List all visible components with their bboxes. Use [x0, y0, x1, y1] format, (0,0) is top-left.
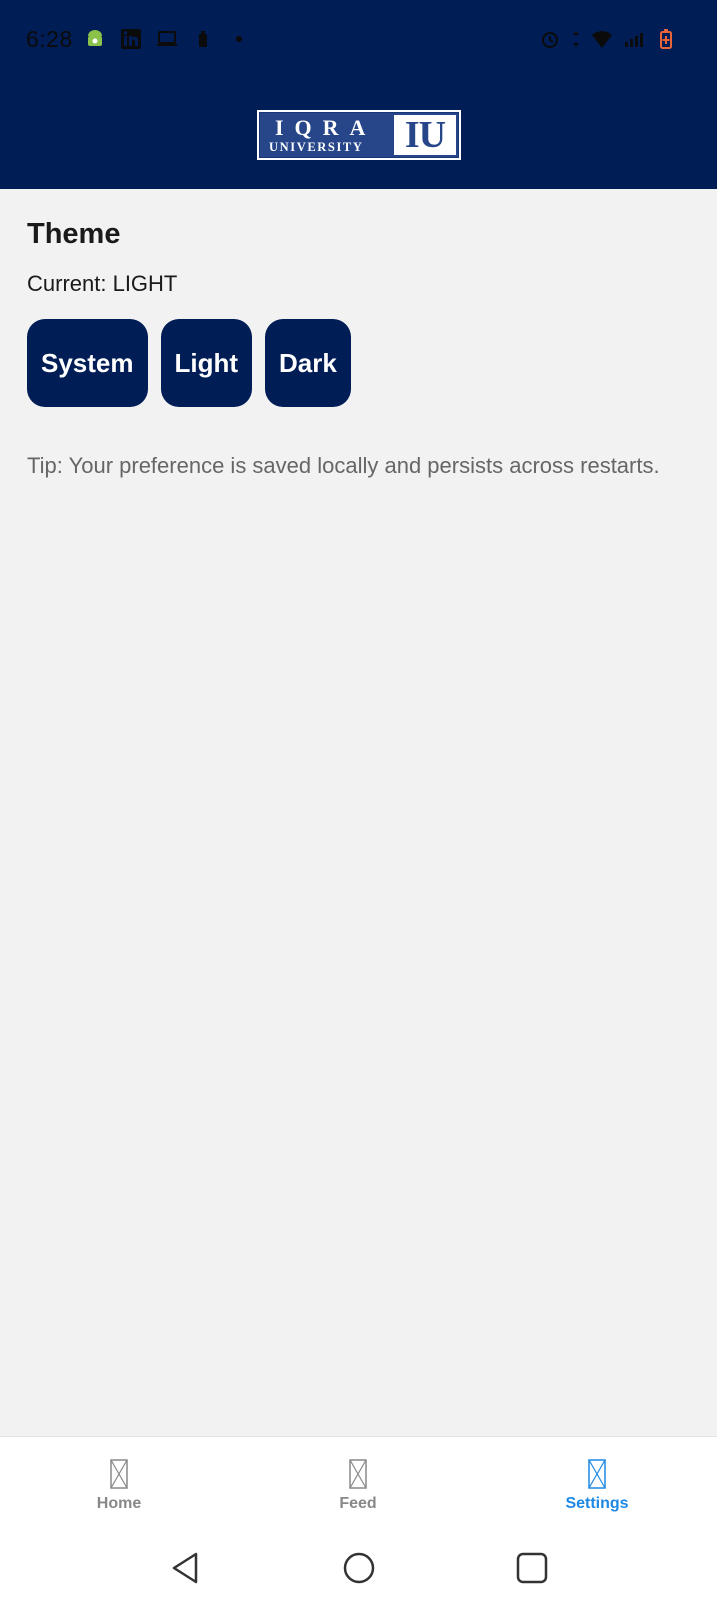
theme-title: Theme [27, 218, 121, 250]
current-theme: Current: LIGHT [27, 271, 178, 296]
nav-item-settings[interactable]: Settings [537, 1459, 657, 1513]
dark-theme-button[interactable]: Dark [265, 319, 351, 407]
tip-text: Tip: Your preference is saved locally an… [27, 453, 660, 478]
recents-icon[interactable] [514, 1550, 550, 1586]
linkedin-icon [120, 28, 142, 50]
placeholder-icon [349, 1459, 367, 1489]
wifi-icon [591, 28, 613, 50]
nav-label-home: Home [96, 1495, 142, 1512]
signal-icon [623, 28, 645, 50]
light-theme-button[interactable]: Light [160, 319, 253, 407]
logo-sub: UNIVERSITY [269, 140, 364, 154]
logo-main: IQRA [275, 115, 377, 140]
nav-item-home[interactable]: Home [59, 1459, 179, 1513]
placeholder-icon [110, 1459, 128, 1489]
system-theme-button[interactable]: System [27, 319, 148, 407]
iqra-university-logo: IQRA UNIVERSITY IU [257, 110, 461, 160]
status-icons-left [84, 28, 250, 50]
back-icon[interactable] [168, 1550, 204, 1586]
status-icons-right [539, 28, 677, 50]
home-circle-icon[interactable] [341, 1550, 377, 1586]
nav-label-settings: Settings [565, 1495, 629, 1512]
theme-button-row: System Light Dark [27, 319, 697, 407]
status-time: 6:28 [26, 26, 73, 52]
logo-text: IQRA UNIVERSITY [269, 115, 399, 155]
battery-charging-icon [655, 28, 677, 50]
bottom-nav: Home Feed Settings [0, 1436, 717, 1540]
app-header: 6:28 IQRA UNIVERSITY IU [0, 0, 717, 189]
dot-icon [228, 28, 250, 50]
laptop-icon [156, 28, 178, 50]
nav-label-feed: Feed [339, 1495, 377, 1512]
android-icon [84, 28, 106, 50]
nav-item-feed[interactable]: Feed [298, 1459, 418, 1513]
logo-mark: IU [394, 115, 456, 155]
placeholder-icon [588, 1459, 606, 1489]
system-nav-bar [0, 1540, 717, 1600]
alarm-icon [539, 28, 561, 50]
data-arrows-icon [571, 28, 581, 50]
status-bar: 6:28 [0, 0, 717, 82]
settings-content: Theme Current: LIGHT System Light Dark T… [27, 218, 697, 480]
battery-saver-icon [192, 28, 214, 50]
